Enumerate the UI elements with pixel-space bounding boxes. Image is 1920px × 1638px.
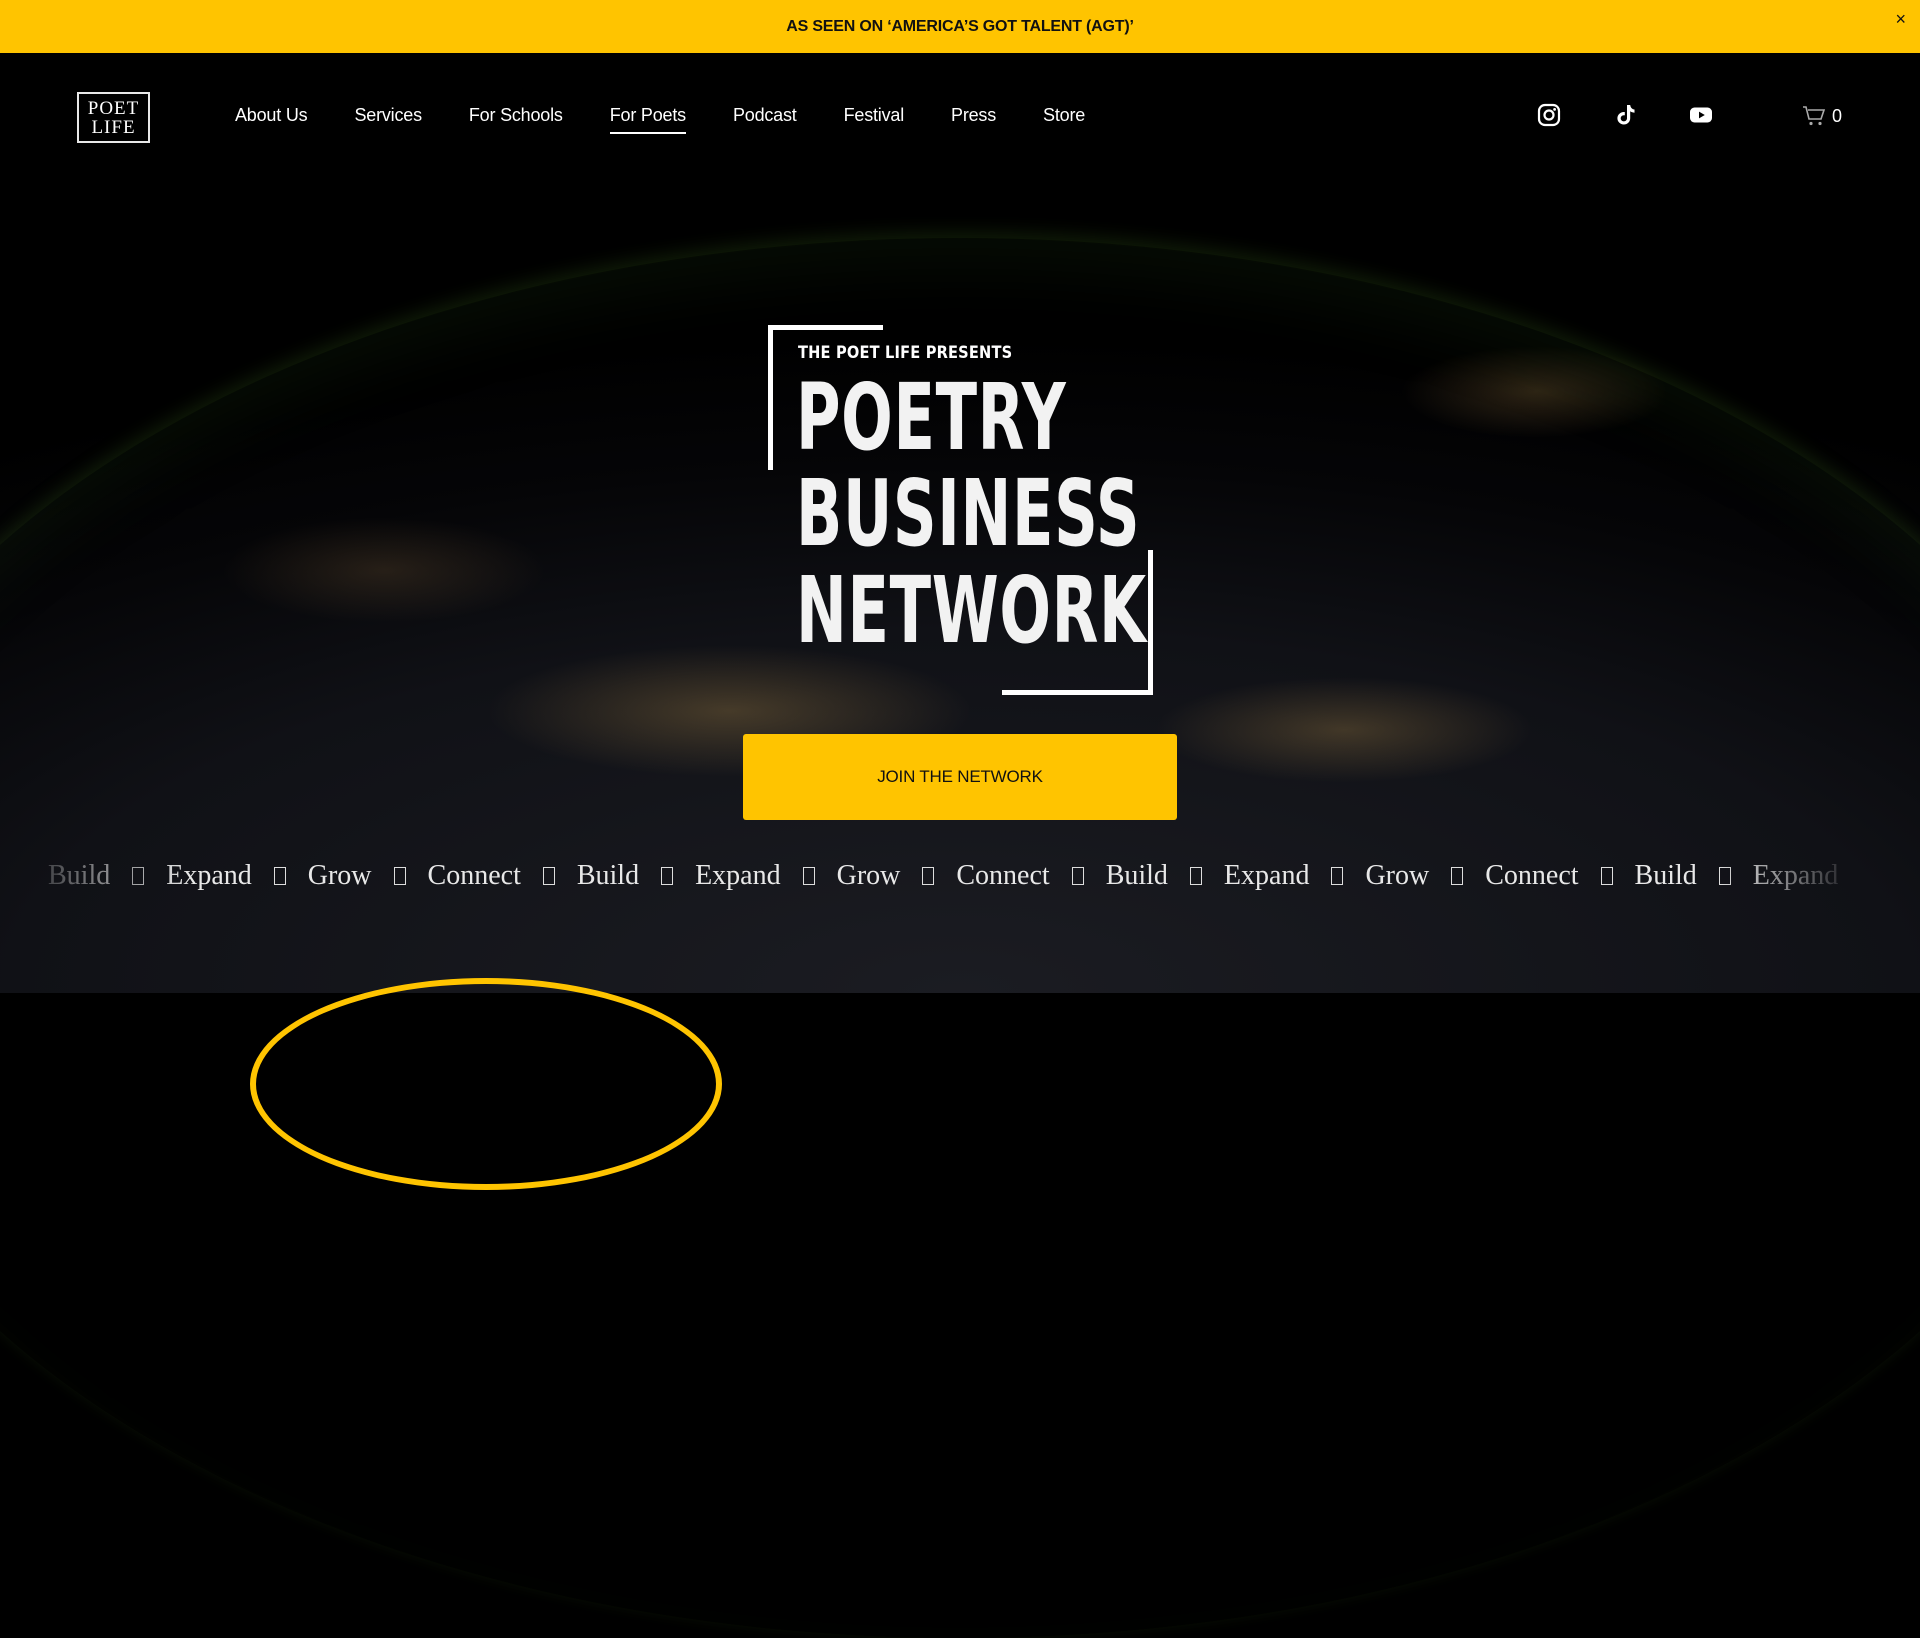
nav-item-festival[interactable]: Festival [844,105,905,134]
marquee-word: Expand [166,860,252,891]
marquee-word: Grow [1894,860,1920,891]
marquee-word: Connect [1485,860,1579,891]
marquee-word: Build [576,860,640,891]
decorative-yellow-arc [250,978,722,1190]
close-icon[interactable]: × [1895,10,1906,28]
logo-title-line-1: POETRY [796,364,1067,471]
marquee-word: Connect [956,860,1050,891]
marquee-separator-icon [393,867,406,885]
marquee-separator-icon [542,867,555,885]
marquee-word: Build [1634,860,1697,891]
marquee-separator-icon [132,867,145,885]
marquee-word: Expand [695,860,781,891]
marquee-separator-icon [1600,867,1613,885]
marquee-word: Expand [1752,860,1839,891]
logo-presents-text: THE POET LIFE PRESENTS [798,343,1013,363]
marquee-word: Grow [307,860,372,891]
logo-title-line-2: BUSINESS [796,460,1141,567]
marquee-word: Build [1105,860,1168,891]
nav-item-for-schools[interactable]: For Schools [469,105,563,134]
announcement-text: AS SEEN ON ‘AMERICA’S GOT TALENT (AGT)’ [786,17,1134,35]
marquee-word: Build [48,860,111,891]
nav-item-about-us[interactable]: About Us [235,105,308,134]
poetry-business-network-logo: THE POET LIFE PRESENTS POETRY BUSINESS N… [768,325,1153,695]
marquee-word: Connect [427,860,521,891]
marquee-separator-icon [802,867,815,885]
nav-item-podcast[interactable]: Podcast [733,105,797,134]
marquee-separator-icon [1860,867,1873,885]
marquee-separator-icon [1451,867,1464,885]
nav-item-services[interactable]: Services [354,105,422,134]
poet-life-logo[interactable]: POET LIFE [77,92,150,143]
nav-item-for-poets[interactable]: For Poets [609,105,686,134]
nav-item-press[interactable]: Press [951,105,996,134]
marquee-separator-icon [922,867,935,885]
nav-item-store[interactable]: Store [1043,105,1085,134]
main-nav: About Us Services For Schools For Poets … [235,105,1132,134]
logo-line-2: LIFE [91,116,136,138]
announcement-bar: AS SEEN ON ‘AMERICA’S GOT TALENT (AGT)’ … [0,0,1920,53]
marquee-banner: Build Expand Grow Connect Build Expand Grow Con… [0,858,1920,898]
cart-button[interactable]: 0 [1802,105,1842,127]
marquee-separator-icon [1331,867,1344,885]
cart-count: 0 [1832,105,1843,126]
marquee-word: Expand [1223,860,1310,891]
logo-line-1: POET [87,97,140,119]
youtube-icon[interactable] [1689,103,1713,127]
marquee-track: Build Expand Grow Connect Build Expand Grow Con… [48,860,1920,892]
marquee-separator-icon [661,867,674,885]
join-network-button[interactable]: JOIN THE NETWORK [743,734,1177,820]
logo-title-line-3: NETWORK [796,557,1147,664]
instagram-icon[interactable] [1537,103,1561,127]
tiktok-icon[interactable] [1613,103,1637,127]
marquee-word: Grow [1365,860,1430,891]
cart-icon [1803,106,1826,126]
marquee-separator-icon [1189,867,1202,885]
site-header: POET LIFE About Us Services For Schools … [0,53,1920,181]
marquee-word: Grow [836,860,901,891]
social-links [1537,103,1713,127]
marquee-separator-icon [273,867,286,885]
marquee-separator-icon [1718,867,1731,885]
marquee-separator-icon [1071,867,1084,885]
